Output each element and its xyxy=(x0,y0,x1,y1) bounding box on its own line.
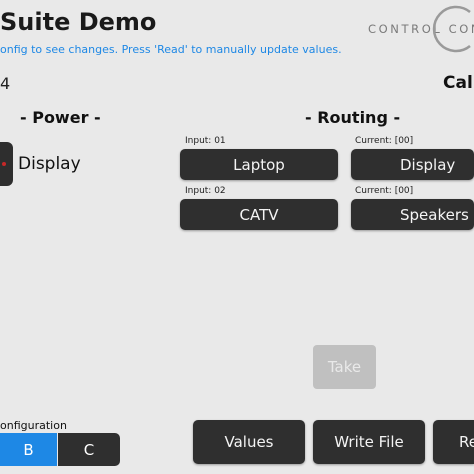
input-label-1: Input: 01 xyxy=(185,136,226,146)
power-display-button[interactable] xyxy=(0,142,13,186)
routing-section-title: - Routing - xyxy=(305,108,401,127)
output-button-speakers[interactable]: Speakers xyxy=(351,199,474,230)
take-button[interactable]: Take xyxy=(313,345,376,389)
power-display-label: Display xyxy=(18,154,81,174)
input-button-catv[interactable]: CATV xyxy=(180,199,338,230)
config-option-c[interactable]: C xyxy=(58,433,120,466)
current-label-2: Current: [00] xyxy=(355,186,414,196)
input-button-laptop[interactable]: Laptop xyxy=(180,149,338,180)
power-section-title: - Power - xyxy=(20,108,101,127)
logo-arc-icon xyxy=(432,5,471,53)
values-button[interactable]: Values xyxy=(193,420,305,464)
instruction-text: onfig to see changes. Press 'Read' to ma… xyxy=(0,43,342,56)
power-status-icon xyxy=(2,162,6,166)
panel-number: 4 xyxy=(0,74,11,93)
page-title: Suite Demo xyxy=(0,8,157,36)
read-button[interactable]: Re xyxy=(433,420,474,464)
configuration-label: onfiguration xyxy=(0,419,67,432)
input-label-2: Input: 02 xyxy=(185,186,226,196)
write-file-button[interactable]: Write File xyxy=(313,420,425,464)
config-option-b[interactable]: B xyxy=(0,433,57,466)
current-label-1: Current: [00] xyxy=(355,136,414,146)
output-button-display[interactable]: Display xyxy=(351,149,474,180)
call-label: Call xyxy=(443,73,474,93)
